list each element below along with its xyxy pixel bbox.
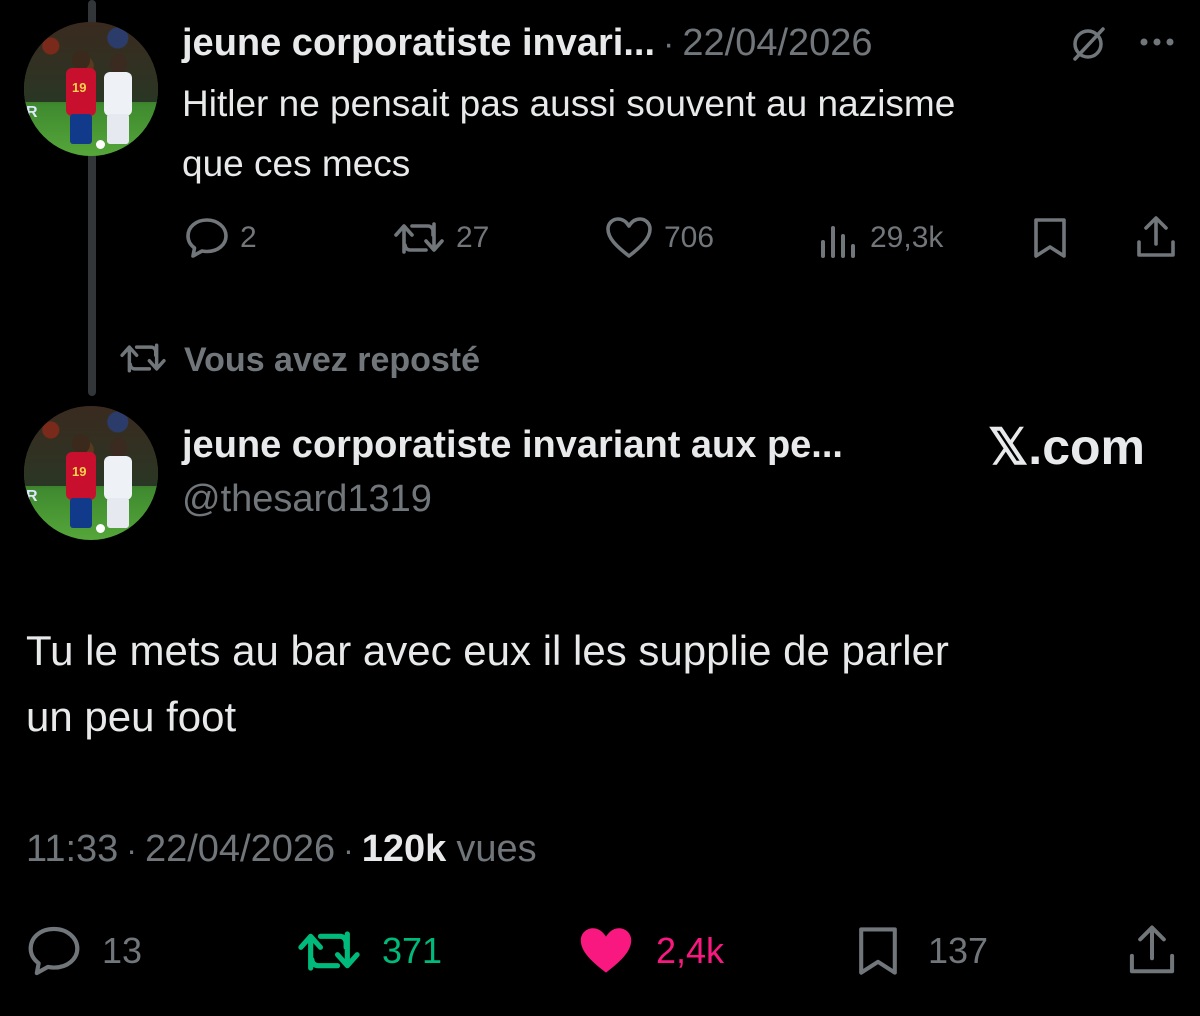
- repost-button[interactable]: 27: [392, 216, 489, 260]
- author-handle[interactable]: @thesard1319: [182, 478, 432, 521]
- repost-banner: Vous avez reposté: [118, 338, 480, 383]
- reply-icon: [24, 924, 84, 978]
- views-count: 29,3k: [870, 221, 944, 254]
- bookmark-count: 137: [928, 930, 989, 971]
- like-button[interactable]: 706: [604, 216, 714, 260]
- post-header: jeune corporatiste invari... · 22/04/202…: [182, 22, 873, 65]
- separator-dot: ·: [343, 832, 354, 868]
- like-icon: [576, 924, 636, 978]
- repost-button[interactable]: 371: [296, 924, 442, 978]
- repost-icon: [296, 924, 362, 978]
- more-icon[interactable]: [1138, 36, 1178, 48]
- post-text: Hitler ne pensait pas aussi souvent au n…: [182, 74, 955, 194]
- views-icon: [816, 216, 860, 260]
- separator-dot: ·: [126, 832, 137, 868]
- post-text-line: Tu le mets au bar avec eux il les suppli…: [26, 627, 949, 674]
- post-date[interactable]: 22/04/2026: [682, 22, 872, 65]
- reply-button[interactable]: 13: [24, 924, 142, 978]
- like-button[interactable]: 2,4k: [576, 924, 724, 978]
- avatar[interactable]: R 19: [24, 406, 158, 540]
- x-watermark: 𝕏 .com: [988, 418, 1145, 476]
- watermark-domain: .com: [1028, 419, 1145, 475]
- bookmark-button[interactable]: 137: [854, 924, 988, 978]
- post-text-line: Hitler ne pensait pas aussi souvent au n…: [182, 83, 956, 124]
- like-count: 2,4k: [656, 930, 725, 971]
- repost-banner-label: Vous avez reposté: [184, 341, 481, 379]
- repost-icon: [392, 216, 446, 260]
- share-icon: [1134, 214, 1178, 260]
- post-time[interactable]: 11:33: [26, 828, 118, 871]
- share-button[interactable]: [1126, 922, 1178, 978]
- repost-icon: [118, 338, 168, 383]
- views-count: 120k: [361, 828, 447, 870]
- share-button[interactable]: [1134, 214, 1178, 260]
- author-name[interactable]: jeune corporatiste invari...: [182, 22, 655, 65]
- reply-button[interactable]: 2: [184, 216, 257, 260]
- post-text-line: un peu foot: [26, 693, 237, 740]
- post-meta: 11:33 · 22/04/2026 · 120k vues: [26, 828, 537, 871]
- like-icon: [604, 216, 654, 260]
- bookmark-button[interactable]: [1030, 216, 1070, 260]
- post-date[interactable]: 22/04/2026: [145, 828, 335, 871]
- repost-count: 27: [456, 221, 490, 254]
- like-count: 706: [664, 221, 715, 254]
- author-name[interactable]: jeune corporatiste invariant aux pe...: [182, 424, 843, 467]
- bookmark-icon: [854, 924, 902, 978]
- post-text: Tu le mets au bar avec eux il les suppli…: [26, 618, 949, 750]
- reply-count: 2: [240, 221, 257, 254]
- repost-count: 371: [382, 930, 443, 971]
- x-logo-icon: 𝕏: [988, 419, 1029, 475]
- bookmark-icon: [1030, 216, 1070, 260]
- reply-icon: [184, 216, 230, 260]
- views-button[interactable]: 29,3k: [816, 216, 943, 260]
- grok-icon[interactable]: [1068, 24, 1108, 64]
- avatar[interactable]: R 19: [24, 22, 158, 156]
- separator-dot: ·: [663, 25, 675, 63]
- views-label: vues: [456, 828, 537, 870]
- reply-count: 13: [102, 930, 143, 971]
- share-icon: [1126, 922, 1178, 978]
- post-text-line: que ces mecs: [182, 143, 411, 184]
